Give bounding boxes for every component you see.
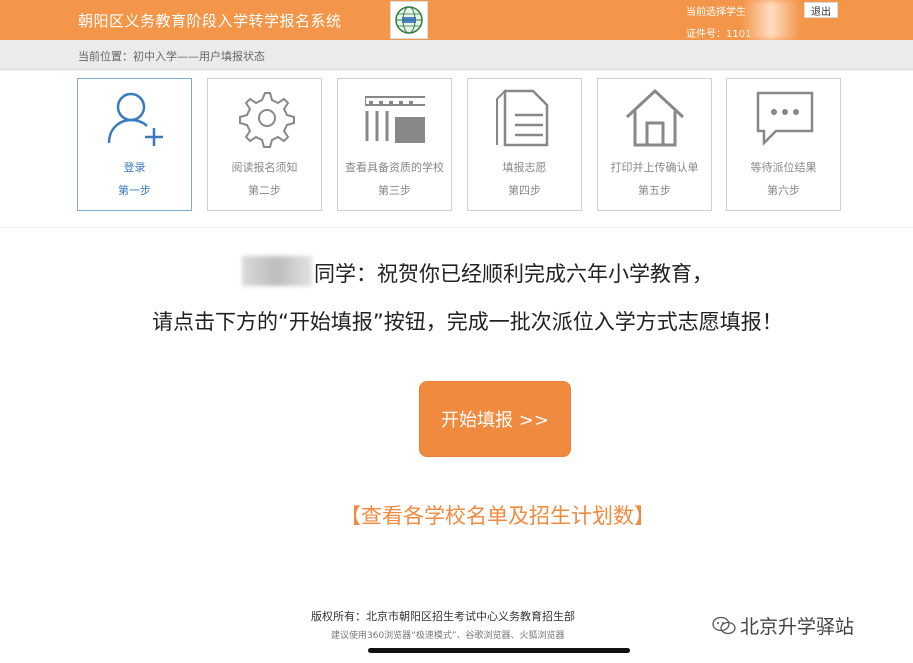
greeting-text: 同学：祝贺你已经顺利完成六年小学教育，	[314, 262, 713, 286]
step-login[interactable]: 登录 第一步	[77, 78, 192, 211]
system-title: 朝阳区义务教育阶段入学转学报名系统	[78, 12, 342, 30]
step-label: 填报志愿	[502, 161, 547, 174]
wechat-icon	[712, 616, 736, 634]
globe-logo-icon	[395, 6, 423, 34]
step-number: 第四步	[508, 184, 541, 197]
watermark: 北京升学驿站	[712, 612, 854, 639]
home-icon	[625, 88, 685, 147]
privacy-blur	[742, 0, 800, 40]
top-header: 朝阳区义务教育阶段入学转学报名系统 当前选择学生 证件号：1101 退出	[0, 0, 913, 40]
main-content: 同学：祝贺你已经顺利完成六年小学教育， 请点击下方的“开始填报”按钮，完成一批次…	[0, 228, 913, 663]
step-label: 等待派位结果	[750, 161, 817, 174]
step-read-notice[interactable]: 阅读报名须知 第二步	[207, 78, 322, 211]
current-student-label: 当前选择学生	[686, 7, 746, 18]
step-number: 第一步	[118, 184, 151, 197]
step-number: 第六步	[767, 184, 800, 197]
user-add-icon	[107, 92, 163, 146]
step-view-schools[interactable]: 查看具备资质的学校 第三步	[337, 78, 452, 211]
start-filling-button[interactable]: 开始填报 >>	[419, 381, 571, 457]
browser-tip-text: 建议使用360浏览器“极速模式”、谷歌浏览器、火狐浏览器	[331, 631, 565, 641]
document-icon	[496, 89, 549, 147]
step-print-upload[interactable]: 打印并上传确认单 第五步	[597, 78, 712, 211]
system-logo	[390, 1, 428, 39]
chat-icon	[756, 91, 814, 147]
step-fill-preferences[interactable]: 填报志愿 第四步	[467, 78, 582, 211]
school-list-link[interactable]: 【查看各学校名单及招生计划数】	[340, 500, 655, 530]
step-number: 第五步	[638, 184, 671, 197]
step-label: 查看具备资质的学校	[345, 161, 444, 174]
watermark-text: 北京升学驿站	[740, 616, 855, 638]
step-number: 第三步	[378, 184, 411, 197]
step-label: 阅读报名须知	[231, 161, 298, 174]
step-number: 第二步	[248, 184, 281, 197]
student-name-blur	[242, 256, 312, 286]
steps-bar: 登录 第一步 阅读报名须知 第二步 查看具备资质的学校 第三步 填报志愿 第四步…	[0, 71, 913, 227]
step-label: 打印并上传确认单	[610, 161, 699, 174]
building-icon	[365, 96, 425, 143]
breadcrumb-text: 当前位置：初中入学——用户填报状态	[78, 50, 265, 63]
gear-icon	[239, 92, 295, 148]
instruction-text: 请点击下方的“开始填报”按钮，完成一批次派位入学方式志愿填报！	[152, 310, 783, 334]
home-indicator	[368, 648, 630, 653]
step-label: 登录	[123, 161, 146, 174]
step-wait-result[interactable]: 等待派位结果 第六步	[726, 78, 841, 211]
breadcrumb: 当前位置：初中入学——用户填报状态	[0, 40, 913, 70]
copyright-text: 版权所有：北京市朝阳区招生考试中心义务教育招生部	[311, 610, 575, 623]
logout-button[interactable]: 退出	[804, 2, 838, 18]
